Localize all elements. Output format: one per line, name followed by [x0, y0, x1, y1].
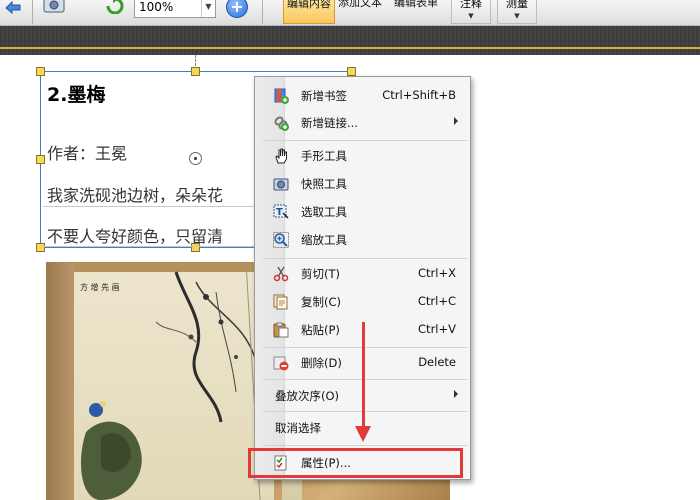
poem-author: 作者：王冕 — [47, 144, 128, 163]
menu-item-label: 新增链接... — [301, 116, 358, 130]
annotate-label: 注释 — [460, 0, 482, 10]
resize-handle-t[interactable] — [191, 67, 200, 76]
text-underline — [43, 206, 255, 207]
tab-edit-content[interactable]: 编辑内容 — [283, 0, 335, 24]
menu-item-add-bookmark[interactable]: 新增书签 Ctrl+Shift+B — [255, 83, 470, 109]
tab-bar-highlight — [0, 47, 700, 49]
submenu-arrow-icon — [454, 390, 458, 398]
svg-text:方 增 先 画: 方 增 先 画 — [80, 282, 120, 292]
menu-item-shortcut: Ctrl+C — [417, 294, 456, 308]
menu-separator — [263, 140, 467, 141]
chevron-down-icon: ▼ — [468, 12, 474, 20]
menu-item-label: 叠放次序(O) — [275, 389, 340, 403]
menu-item-label: 粘贴(P) — [301, 323, 340, 337]
menu-item-label: 复制(C) — [301, 295, 342, 309]
bookmark-add-icon — [273, 88, 289, 104]
tab-add-text[interactable]: 添加文本 — [335, 0, 385, 24]
menu-item-label: 剪切(T) — [301, 267, 340, 281]
zoom-in-icon[interactable]: + — [226, 0, 248, 18]
menu-item-label: 取消选择 — [275, 421, 321, 435]
menu-item-select-tool[interactable]: T 选取工具 — [255, 199, 470, 225]
resize-handle-tr[interactable] — [347, 67, 356, 76]
annotate-dropdown[interactable]: 注释 ▼ — [451, 0, 491, 24]
menu-separator — [263, 445, 467, 446]
select-text-icon: T — [273, 204, 289, 220]
rotate-icon[interactable] — [104, 0, 126, 15]
resize-handle-tl[interactable] — [36, 67, 45, 76]
zoom-level-value: 100% — [139, 0, 174, 14]
zoom-tool-icon — [273, 232, 289, 248]
menu-item-zoom-tool[interactable]: 缩放工具 — [255, 227, 470, 253]
menu-item-label: 删除(D) — [301, 356, 342, 370]
poem-title: 2.墨梅 — [47, 84, 106, 106]
poem-line-1: 我家洗砚池边树，朵朵花 — [47, 186, 224, 205]
menu-item-label: 选取工具 — [301, 205, 347, 219]
resize-handle-bl[interactable] — [36, 243, 45, 252]
hand-tool-icon — [273, 148, 289, 164]
measure-dropdown[interactable]: 测量 ▼ — [497, 0, 537, 24]
menu-item-label: 新增书签 — [301, 89, 347, 103]
menu-separator — [263, 411, 467, 412]
measure-label: 测量 — [506, 0, 528, 10]
menu-item-label: 手形工具 — [301, 149, 347, 163]
chevron-down-icon[interactable]: ▼ — [201, 0, 215, 17]
menu-item-hand-tool[interactable]: 手形工具 — [255, 143, 470, 169]
submenu-arrow-icon — [454, 117, 458, 125]
delete-icon — [273, 355, 289, 371]
menu-item-add-link[interactable]: 新增链接... — [255, 110, 470, 136]
document-tab-bar — [0, 26, 700, 55]
menu-separator — [263, 258, 467, 259]
text-underline — [43, 246, 255, 247]
copy-icon — [273, 294, 289, 310]
annotation-arrow-head — [355, 426, 371, 442]
menu-item-label: 缩放工具 — [301, 233, 347, 247]
toolbar: 100% ▼ + 编辑内容 添加文本 编辑表单 注释 ▼ 测量 ▼ — [0, 0, 700, 26]
annotation-arrow — [362, 322, 365, 428]
menu-item-shortcut: Delete — [418, 355, 456, 369]
undo-icon[interactable] — [2, 0, 24, 15]
menu-item-snapshot-tool[interactable]: 快照工具 — [255, 171, 470, 197]
tab-edit-form[interactable]: 编辑表单 — [391, 0, 441, 24]
snapshot-icon — [273, 176, 289, 192]
paste-icon — [273, 322, 289, 338]
menu-item-label: 快照工具 — [301, 177, 347, 191]
menu-item-cut[interactable]: 剪切(T) Ctrl+X — [255, 261, 470, 287]
resize-handle-l[interactable] — [36, 155, 45, 164]
menu-item-shortcut: Ctrl+Shift+B — [382, 88, 456, 102]
chevron-down-icon: ▼ — [514, 12, 520, 20]
annotation-highlight-box — [248, 448, 463, 478]
menu-item-copy[interactable]: 复制(C) Ctrl+C — [255, 289, 470, 315]
scissors-icon — [273, 266, 289, 282]
poem-line-2: 不要人夸好颜色，只留清 — [47, 227, 224, 246]
menu-separator — [263, 379, 467, 380]
menu-separator — [263, 347, 467, 348]
link-add-icon — [273, 115, 289, 131]
menu-item-shortcut: Ctrl+V — [418, 322, 456, 336]
svg-text:T: T — [276, 207, 283, 218]
snapshot-icon[interactable] — [42, 0, 66, 14]
zoom-level-select[interactable]: 100% ▼ — [134, 0, 216, 18]
menu-item-shortcut: Ctrl+X — [418, 266, 456, 280]
